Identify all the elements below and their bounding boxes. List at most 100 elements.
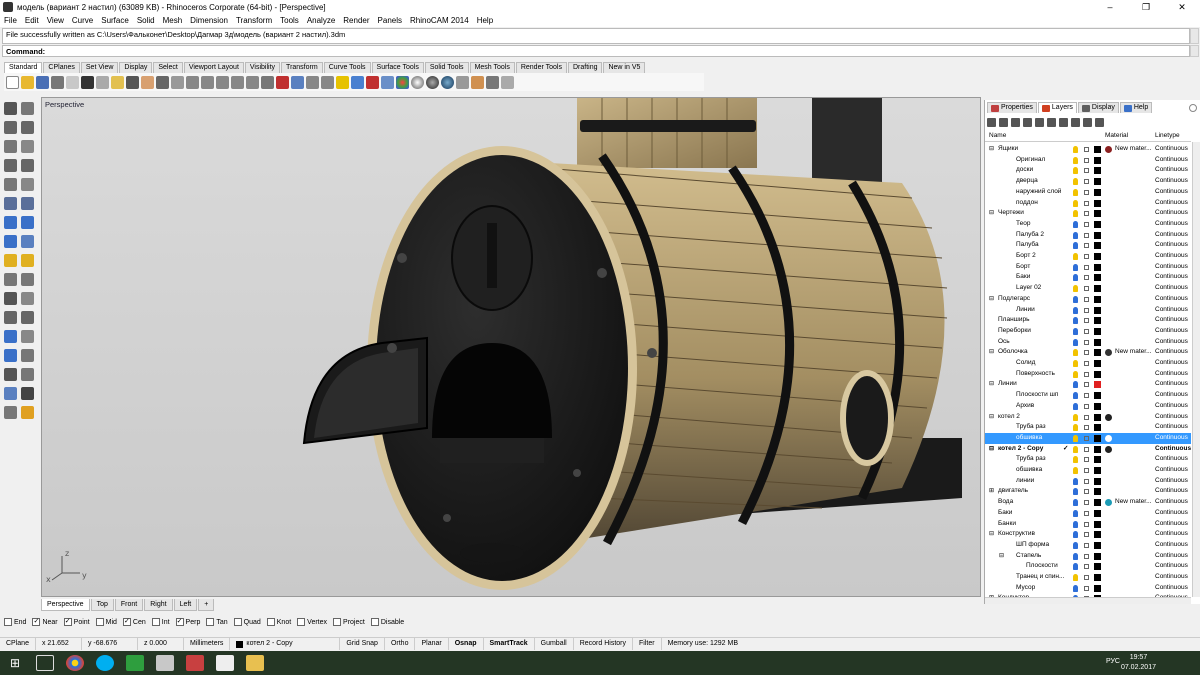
- layer-linetype[interactable]: Continuous: [1155, 444, 1191, 455]
- layer-name[interactable]: Борт 2: [1016, 251, 1036, 262]
- layer-row[interactable]: Поверхность Continuous: [985, 369, 1191, 380]
- layer-lock-icon[interactable]: [1084, 232, 1089, 238]
- menu-surface[interactable]: Surface: [101, 16, 129, 25]
- layer-linetype[interactable]: Continuous: [1155, 476, 1188, 487]
- select-arrow-icon[interactable]: [4, 102, 17, 115]
- layer-visibility-bulb-icon[interactable]: [1073, 231, 1078, 239]
- layer-lock-icon[interactable]: [1084, 382, 1089, 388]
- osnap-checkbox[interactable]: [266, 618, 275, 626]
- layer-visibility-bulb-icon[interactable]: [1073, 253, 1078, 260]
- tab-select[interactable]: Select: [153, 62, 183, 73]
- layer-visibility-bulb-icon[interactable]: [1073, 552, 1078, 560]
- column-material[interactable]: Material: [1105, 132, 1128, 139]
- panel-tab-display[interactable]: Display: [1077, 102, 1119, 113]
- osnap-quad[interactable]: Quad: [233, 618, 261, 626]
- layer-color-swatch[interactable]: [1094, 231, 1101, 239]
- osnap-vertex[interactable]: Vertex: [297, 618, 327, 626]
- analyze-icon[interactable]: [21, 349, 34, 362]
- layer-lock-icon[interactable]: [1084, 468, 1089, 473]
- layer-linetype[interactable]: Continuous: [1155, 379, 1188, 390]
- arc-icon[interactable]: [21, 140, 34, 153]
- layer-row[interactable]: Труба раз Continuous: [985, 422, 1191, 433]
- layer-row[interactable]: наружний слой Continuous: [985, 187, 1191, 198]
- layer-lock-icon[interactable]: [1084, 286, 1089, 292]
- menu-render[interactable]: Render: [343, 16, 369, 25]
- cap-icon[interactable]: [4, 406, 17, 419]
- layer-row[interactable]: поддон Continuous: [985, 198, 1191, 209]
- layer-row[interactable]: Палуба Continuous: [985, 240, 1191, 251]
- layer-visibility-bulb-icon[interactable]: [1073, 178, 1078, 186]
- tab-drafting[interactable]: Drafting: [567, 62, 603, 73]
- osnap-end[interactable]: End: [4, 618, 26, 626]
- layer-row[interactable]: Теор Continuous: [985, 219, 1191, 230]
- open-file-icon[interactable]: [21, 75, 34, 89]
- osnap-tan[interactable]: Tan: [206, 618, 228, 626]
- environment-icon[interactable]: [441, 75, 454, 89]
- status-ortho[interactable]: Ortho: [385, 638, 416, 650]
- options-icon[interactable]: [456, 75, 469, 89]
- layer-visibility-bulb-icon[interactable]: [1073, 509, 1078, 517]
- osnap-disable[interactable]: Disable: [370, 618, 404, 626]
- panel-tab-properties[interactable]: Properties: [987, 102, 1037, 113]
- layer-row[interactable]: ⊞ двигатель Continuous: [985, 486, 1191, 497]
- layer-color-swatch[interactable]: [1094, 541, 1101, 549]
- text-icon[interactable]: [21, 330, 34, 343]
- layer-row[interactable]: Оригинал Continuous: [985, 155, 1191, 166]
- view-tab-left[interactable]: Left: [173, 599, 198, 611]
- layer-name[interactable]: Линии: [1016, 305, 1035, 316]
- tab-standard[interactable]: Standard: [4, 62, 43, 73]
- menu-analyze[interactable]: Analyze: [307, 16, 335, 25]
- layer-color-swatch[interactable]: [1094, 574, 1101, 581]
- layer-row[interactable]: Переборки Continuous: [985, 326, 1191, 337]
- boolean-icon[interactable]: [21, 235, 34, 248]
- layer-row[interactable]: Вода New mater... Continuous: [985, 497, 1191, 508]
- layer-visibility-bulb-icon[interactable]: [1073, 424, 1078, 432]
- layer-material-icon[interactable]: [1105, 146, 1112, 153]
- layer-expander-icon[interactable]: ⊟: [989, 208, 994, 219]
- layer-visibility-bulb-icon[interactable]: [1073, 499, 1078, 507]
- ellipse-icon[interactable]: [4, 178, 17, 191]
- checkmark-icon[interactable]: [21, 387, 34, 400]
- layer-linetype[interactable]: Continuous: [1155, 305, 1188, 316]
- layer-name[interactable]: Стапель: [1016, 551, 1041, 562]
- osnap-mid[interactable]: Mid: [95, 618, 117, 626]
- layer-name[interactable]: котел 2: [998, 412, 1020, 423]
- box-solid-icon[interactable]: [4, 235, 17, 248]
- layer-linetype[interactable]: Continuous: [1155, 369, 1188, 380]
- rectangle-icon[interactable]: [21, 159, 34, 172]
- layer-row[interactable]: ⊟ Стапель Continuous: [985, 551, 1191, 562]
- zoom-extents-icon[interactable]: [216, 75, 229, 89]
- layer-lock-icon[interactable]: [1084, 296, 1089, 302]
- layer-color-swatch[interactable]: [1094, 467, 1101, 474]
- layer-linetype[interactable]: Continuous: [1155, 508, 1188, 519]
- tab-cplanes[interactable]: CPlanes: [43, 62, 80, 73]
- light-icon[interactable]: [336, 75, 349, 89]
- layer-color-swatch[interactable]: [1094, 306, 1101, 314]
- layer-color-swatch[interactable]: [1094, 338, 1101, 346]
- layer-lock-icon[interactable]: [1084, 532, 1089, 538]
- tab-viewport-layout[interactable]: Viewport Layout: [183, 62, 244, 73]
- layer-name[interactable]: Линии: [998, 379, 1017, 390]
- menu-file[interactable]: File: [4, 16, 17, 25]
- layer-name[interactable]: Ось: [998, 337, 1010, 348]
- layer-linetype[interactable]: Continuous: [1155, 144, 1188, 155]
- layer-name[interactable]: ШП форма: [1016, 540, 1049, 551]
- layer-visibility-bulb-icon[interactable]: [1073, 349, 1078, 357]
- layer-color-swatch[interactable]: [1094, 488, 1101, 496]
- extend-icon[interactable]: [4, 197, 17, 210]
- layer-visibility-bulb-icon[interactable]: [1073, 574, 1078, 581]
- menu-solid[interactable]: Solid: [137, 16, 155, 25]
- layer-visibility-bulb-icon[interactable]: [1073, 274, 1078, 282]
- osnap-checkbox[interactable]: [333, 618, 342, 626]
- menu-rhinocam[interactable]: RhinoCAM 2014: [410, 16, 469, 25]
- layer-name[interactable]: котел 2 - Copy: [998, 444, 1043, 455]
- layer-lock-icon[interactable]: [1084, 200, 1089, 206]
- layer-lock-icon[interactable]: [1084, 275, 1089, 281]
- layer-visibility-bulb-icon[interactable]: [1073, 188, 1078, 196]
- layer-name[interactable]: Борт: [1016, 262, 1030, 273]
- layer-material-icon[interactable]: [1105, 499, 1112, 507]
- layer-row[interactable]: ШП форма Continuous: [985, 540, 1191, 551]
- windows-start-icon[interactable]: ⊞: [6, 655, 24, 671]
- document-icon[interactable]: [216, 655, 234, 671]
- layer-row[interactable]: обшивка Continuous: [985, 465, 1191, 476]
